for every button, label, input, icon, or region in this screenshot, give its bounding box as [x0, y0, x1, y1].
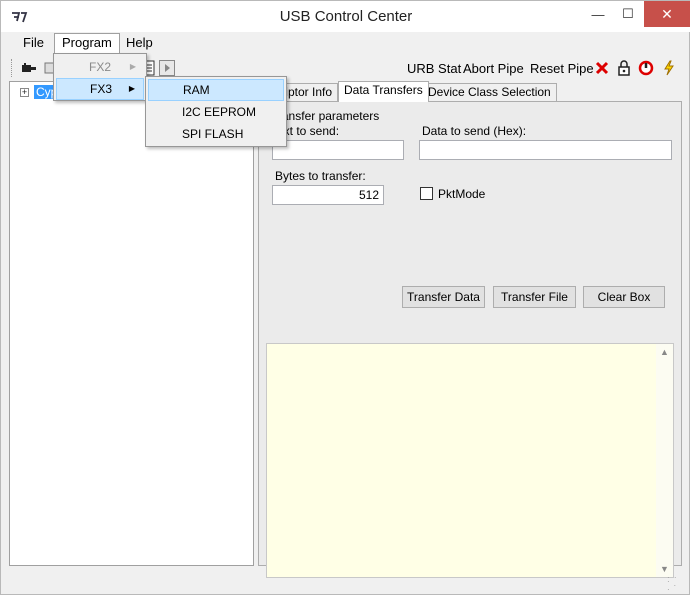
resize-grip-icon[interactable]: · · · · · · — [667, 574, 681, 595]
text-to-send-input[interactable] — [272, 140, 404, 160]
output-textbox[interactable]: ▲ ▼ — [266, 343, 674, 578]
close-button[interactable]: ✕ — [644, 1, 690, 27]
menu-item-fx3-label: FX3 — [90, 82, 113, 96]
menu-item-fx2[interactable]: FX2 ▶ — [56, 56, 144, 78]
app-window: USB Control Center — ☐ ✕ File Program He… — [0, 0, 690, 595]
program-menu-dropdown: FX2 ▶ FX3 ▶ — [53, 53, 147, 101]
transfer-data-button[interactable]: Transfer Data — [402, 286, 485, 308]
maximize-icon: ☐ — [622, 6, 634, 21]
menu-item-i2c-eeprom[interactable]: I2C EEPROM — [148, 101, 284, 123]
urb-stat-button[interactable]: URB Stat — [407, 61, 461, 76]
power-icon[interactable] — [638, 60, 654, 76]
output-scrollbar[interactable]: ▲ ▼ — [656, 344, 673, 577]
menu-file[interactable]: File — [16, 34, 51, 54]
close-icon: ✕ — [661, 5, 673, 22]
clear-box-button[interactable]: Clear Box — [583, 286, 665, 308]
data-transfers-page: Transfer parameters Text to send: Data t… — [258, 101, 682, 578]
bytes-to-transfer-input[interactable]: 512 — [272, 185, 384, 205]
bytes-to-transfer-label: Bytes to transfer: — [275, 169, 366, 183]
title-bar[interactable]: USB Control Center — ☐ ✕ — [1, 1, 690, 32]
tab-descriptor-info[interactable]: Descriptor Info — [278, 83, 338, 102]
play-icon[interactable] — [159, 60, 175, 76]
tree-expand-icon[interactable]: + — [20, 88, 29, 97]
device-tree[interactable]: + Cyp — [9, 81, 254, 566]
tab-device-class-selection[interactable]: Device Class Selection — [422, 83, 557, 102]
lock-icon[interactable] — [616, 60, 632, 76]
pktmode-label: PktMode — [438, 187, 486, 201]
transfer-file-button[interactable]: Transfer File — [493, 286, 576, 308]
reset-pipe-button[interactable]: Reset Pipe — [530, 61, 594, 76]
plug-icon[interactable] — [21, 60, 37, 76]
submenu-arrow-icon: ▶ — [128, 84, 135, 93]
minimize-icon: — — [591, 6, 605, 22]
stop-icon[interactable] — [594, 60, 610, 76]
toolbar-grip[interactable] — [11, 59, 14, 77]
menu-bar: File Program Help — [9, 32, 683, 55]
hex-to-send-input[interactable] — [419, 140, 672, 160]
menu-help[interactable]: Help — [119, 34, 160, 54]
fx3-submenu: RAM I2C EEPROM SPI FLASH — [145, 76, 287, 147]
submenu-arrow-icon: ▶ — [129, 62, 136, 71]
menu-item-ram[interactable]: RAM — [148, 79, 284, 101]
tab-container: Descriptor Info Data Transfers Device Cl… — [258, 81, 682, 578]
menu-item-fx3[interactable]: FX3 ▶ — [56, 78, 144, 100]
tab-data-transfers[interactable]: Data Transfers — [338, 81, 429, 102]
abort-pipe-button[interactable]: Abort Pipe — [463, 61, 524, 76]
menu-item-spi-flash[interactable]: SPI FLASH — [148, 123, 284, 145]
transfer-params-title: Transfer parameters — [271, 109, 380, 123]
menu-item-fx2-label: FX2 — [89, 60, 112, 74]
minimize-button[interactable]: — — [583, 1, 613, 27]
maximize-button[interactable]: ☐ — [613, 1, 643, 27]
scroll-up-icon[interactable]: ▲ — [656, 344, 673, 360]
menu-program[interactable]: Program — [54, 33, 120, 55]
pktmode-checkbox[interactable] — [420, 187, 433, 200]
lightning-icon[interactable] — [661, 60, 677, 76]
hex-to-send-label: Data to send (Hex): — [422, 124, 527, 138]
